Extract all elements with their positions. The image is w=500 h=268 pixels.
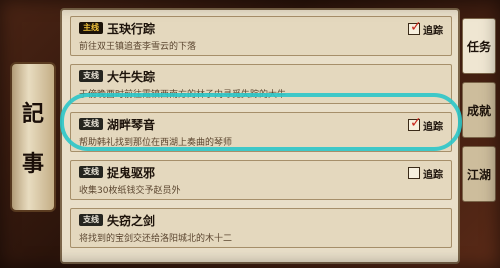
quest-item[interactable]: 支线 捉鬼驱邪 收集30枚纸钱交予赵员外 追踪	[70, 160, 452, 200]
quest-description: 收集30枚纸钱交予赵员外	[79, 186, 181, 196]
category-tabs: 任务 成就 江湖	[460, 8, 498, 264]
main-quest-badge: 主线	[79, 22, 103, 34]
track-label: 追踪	[423, 25, 443, 37]
journal-char-2: 事	[21, 151, 44, 177]
quest-title: 玉玦行踪	[107, 22, 156, 36]
tab-label: 任务	[466, 39, 491, 54]
track-checkbox[interactable]: ✓	[408, 19, 422, 35]
track-toggle[interactable]: 追踪	[408, 166, 443, 181]
quest-title: 捉鬼驱邪	[107, 166, 156, 180]
tab-label: 成就	[466, 103, 491, 118]
highlight-annotation	[60, 93, 462, 151]
quest-title: 大牛失踪	[107, 70, 156, 84]
side-quest-badge: 支线	[79, 70, 103, 82]
quest-title: 失窃之剑	[107, 214, 156, 228]
quest-description: 将找到的宝剑交还给洛阳城北的木十二	[79, 234, 233, 244]
journal-char-1: 記	[21, 101, 44, 127]
quest-item[interactable]: 主线 玉玦行踪 前往双王镇追查李雪云的下落 ✓ 追踪	[70, 16, 452, 56]
tab-tasks[interactable]: 任务	[462, 18, 496, 74]
side-quest-badge: 支线	[79, 214, 103, 226]
checkmark-icon: ✓	[410, 19, 422, 35]
quest-description: 前往双王镇追查李雪云的下落	[79, 42, 197, 52]
track-toggle[interactable]: ✓ 追踪	[408, 19, 443, 37]
side-quest-badge: 支线	[79, 166, 103, 178]
tab-achievements[interactable]: 成就	[462, 82, 496, 138]
journal-scroll: 記 事	[10, 62, 56, 212]
track-label: 追踪	[423, 169, 443, 181]
tab-jianghu[interactable]: 江湖	[462, 146, 496, 202]
quest-item[interactable]: 支线 失窃之剑 将找到的宝剑交还给洛阳城北的木十二	[70, 208, 452, 248]
tab-label: 江湖	[466, 167, 491, 182]
track-checkbox[interactable]	[408, 167, 420, 179]
